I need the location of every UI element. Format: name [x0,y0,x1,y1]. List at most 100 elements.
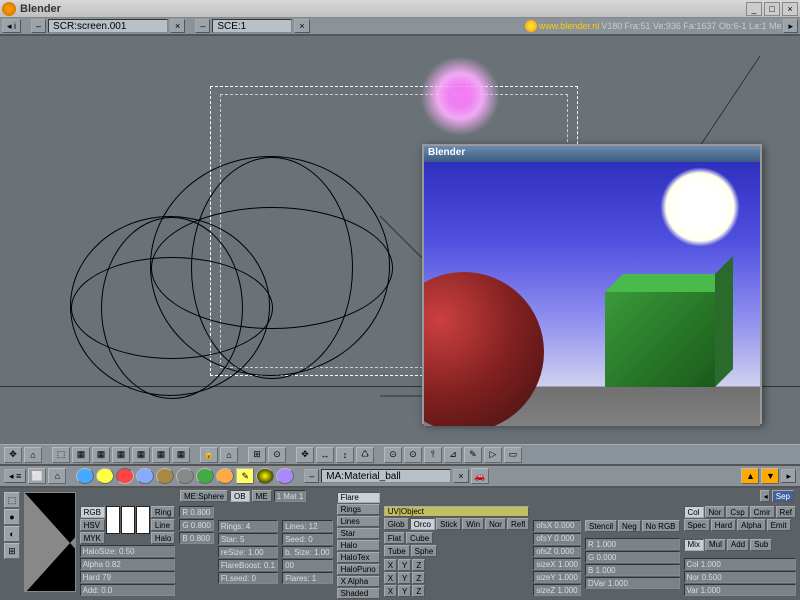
material-buttons-icon[interactable] [116,468,134,484]
tex-prev[interactable]: ◂ [760,490,770,502]
toolbar-btn-19[interactable]: ⫯ [424,447,442,463]
color-mode-0[interactable]: RGB [80,506,105,518]
out-top-2[interactable]: Csp [726,506,748,518]
uv-x-0[interactable]: X [384,559,397,571]
uv-z-2[interactable]: Z [412,585,425,597]
toolbar-btn-8[interactable]: ▦ [172,447,190,463]
halo-add[interactable]: Add: 0.0 [80,584,176,596]
screen-field[interactable]: SCR:screen.001 [48,19,168,33]
3d-viewport[interactable]: Blender [0,36,800,444]
screen-minus[interactable]: – [31,19,46,33]
mix-1[interactable]: Mul [705,539,726,551]
render-titlebar[interactable]: Blender [424,146,760,162]
minimize-button[interactable]: _ [746,2,762,16]
toolbar-btn-13[interactable]: ✥ [296,447,314,463]
mix-0[interactable]: Mix [684,539,704,551]
rings-3[interactable]: FlareBoost: 0.1 [218,559,278,571]
mix-3[interactable]: Sub [750,539,772,551]
toolbar-btn-1[interactable]: ⌂ [24,447,42,463]
stencil-2[interactable]: No RGB [642,520,680,532]
lines-0[interactable]: Lines: 12 [282,520,332,532]
lines-2[interactable]: b. Size: 1.00 [282,546,332,558]
toolbar-btn-4[interactable]: ▦ [92,447,110,463]
uv-proj2-0[interactable]: Tube [384,545,410,557]
ob-toggle[interactable]: OB [230,490,250,502]
fullscreen-icon[interactable]: ⬜ [28,468,46,484]
home-icon[interactable]: ⌂ [48,468,66,484]
lamp-buttons-icon[interactable] [96,468,114,484]
out-bot-1[interactable]: Hard [711,519,736,531]
out-bot-3[interactable]: Emit [767,519,791,531]
out-top-0[interactable]: Col [684,506,704,518]
uv-header[interactable]: UV|Object [384,506,530,517]
stencil-0[interactable]: Stencil [585,520,617,532]
maximize-button[interactable]: □ [764,2,780,16]
ofs-0[interactable]: ofsX 0.000 [533,520,581,532]
mat-minus[interactable]: – [304,469,319,483]
uv-x-1[interactable]: Y [398,559,411,571]
swatch-label-2[interactable]: Halo [151,532,175,544]
uv-map-5[interactable]: Refl [507,518,529,530]
toolbar-btn-11[interactable]: ⊞ [248,447,266,463]
ofs-4[interactable]: sizeY 1.000 [533,571,581,583]
render-window[interactable]: Blender [422,144,762,424]
halo-alpha[interactable]: Alpha 0.82 [80,558,176,570]
swatch-label-1[interactable]: Line [151,519,175,531]
out-bot-0[interactable]: Spec [684,519,710,531]
rgb-val-1[interactable]: G 0.800 [179,519,213,531]
preview-mode-1[interactable]: ● [4,509,20,525]
flare-0[interactable]: Flare [337,492,380,503]
rgb2-2[interactable]: B 1.000 [585,564,680,576]
header-dropdown-icon[interactable]: ◂ ≡ [4,469,26,483]
toolbar-btn-2[interactable]: ⬚ [52,447,70,463]
rgb2-0[interactable]: R 1.000 [585,538,680,550]
mesh-name-field[interactable]: ME:Sphere [180,490,228,502]
flare-1[interactable]: Rings [337,504,380,515]
preview-mode-0[interactable]: ⬚ [4,492,20,508]
toolbar-btn-14[interactable]: ↔ [316,447,334,463]
toolbar-btn-23[interactable]: ▭ [504,447,522,463]
scene-field[interactable]: SCE:1 [212,19,292,33]
flare-4[interactable]: Halo [337,540,380,551]
toolbar-btn-21[interactable]: ✎ [464,447,482,463]
ofs-5[interactable]: sizeZ 1.000 [533,584,581,596]
end-1[interactable]: Nor 0.500 [684,571,796,583]
stencil-1[interactable]: Neg [618,520,641,532]
auto-icon[interactable]: 🚗 [471,468,489,484]
rgb-val-2[interactable]: B 0.800 [179,532,213,544]
material-name-field[interactable]: MA:Material_ball [321,469,451,483]
scene-minus[interactable]: – [195,19,210,33]
uv-map-0[interactable]: Glob [384,518,409,530]
nav-up-icon[interactable]: ▲ [741,468,759,484]
swatch-spec[interactable] [121,506,135,534]
toolbar-btn-0[interactable]: ✥ [4,447,22,463]
toolbar-btn-5[interactable]: ▦ [112,447,130,463]
close-button[interactable]: × [782,2,798,16]
toolbar-btn-18[interactable]: ⊙ [404,447,422,463]
out-bot-2[interactable]: Alpha [737,519,765,531]
swatch-col[interactable] [106,506,120,534]
mat-x[interactable]: × [453,469,468,483]
edit-buttons-icon[interactable] [196,468,214,484]
toolbar-btn-15[interactable]: ↕ [336,447,354,463]
mat-count[interactable]: 1 Mat 1 [274,490,307,502]
flare-2[interactable]: Lines [337,516,380,527]
toolbar-btn-17[interactable]: ⊙ [384,447,402,463]
toolbar-btn-16[interactable]: ♺ [356,447,374,463]
rgb2-3[interactable]: DVar 1.000 [585,577,680,589]
uv-proj2-1[interactable]: Sphe [411,545,438,557]
texture-buttons-icon[interactable] [136,468,154,484]
realtime-buttons-icon[interactable] [176,468,194,484]
flare-7[interactable]: X Alpha [337,576,380,587]
flare-5[interactable]: HaloTex [337,552,380,563]
uv-map-2[interactable]: Stick [436,518,461,530]
toolbar-btn-22[interactable]: ▷ [484,447,502,463]
script-buttons-icon[interactable] [276,468,294,484]
toolbar-btn-12[interactable]: ⊙ [268,447,286,463]
paint-icon[interactable]: ✎ [236,468,254,484]
uv-y-2[interactable]: Z [412,572,425,584]
me-toggle[interactable]: ME [252,490,272,502]
lines-4[interactable]: Flares: 1 [282,572,332,584]
stats-scroll-icon[interactable]: ▸ [783,19,798,33]
uv-map-4[interactable]: Nor [485,518,506,530]
